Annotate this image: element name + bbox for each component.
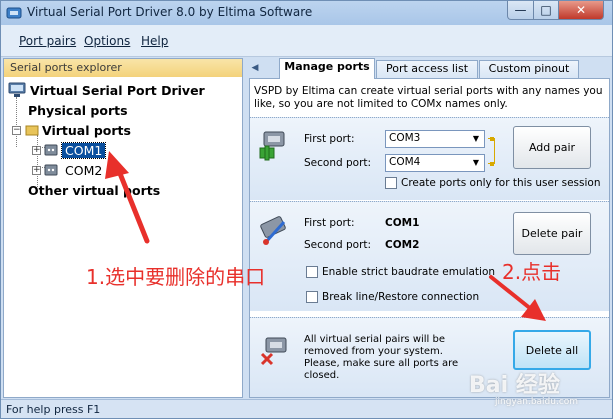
dropdown-arrow-icon[interactable]: ▼ — [470, 132, 482, 146]
maximize-button[interactable]: □ — [533, 1, 559, 20]
annotation-step2: 2.点击 — [502, 260, 562, 284]
serial-port-icon — [44, 164, 58, 176]
folder-icon — [25, 125, 39, 136]
menu-bar: Port pairs Options Help — [1, 25, 612, 57]
tree-label: COM1 — [60, 141, 107, 159]
delete-all-icon — [260, 337, 287, 366]
delete-first-port-label: First port: — [304, 217, 355, 229]
expand-icon[interactable]: + — [32, 165, 41, 175]
tab-label: Custom pinout — [488, 62, 570, 75]
baidu-watermark-url: jingyan.baidu.com — [495, 397, 579, 407]
menu-port-pairs[interactable]: Port pairs — [19, 34, 76, 48]
window-title: Virtual Serial Port Driver 8.0 by Eltima… — [27, 5, 313, 19]
delete-pair-button[interactable]: Delete pair — [513, 212, 591, 255]
tree-label: Virtual ports — [42, 122, 131, 138]
tree-item-com2[interactable]: + COM2 — [32, 160, 102, 180]
tab-port-access-list[interactable]: Port access list — [376, 60, 478, 78]
manage-description: VSPD by Eltima can create virtual serial… — [254, 85, 603, 110]
menu-help[interactable]: Help — [141, 34, 168, 48]
link-bracket-dot — [490, 137, 494, 141]
checkbox-label: Enable strict baudrate emulation — [322, 266, 496, 278]
tree-label: Virtual Serial Port Driver — [30, 82, 205, 98]
add-pair-button[interactable]: Add pair — [513, 126, 591, 169]
serial-port-icon — [44, 144, 58, 156]
tree-item-other-virtual-ports[interactable]: Other virtual ports — [28, 180, 160, 200]
expand-icon[interactable]: + — [32, 145, 41, 155]
tree-label: Other virtual ports — [28, 182, 161, 198]
right-panel: ◀ Manage ports Port access list Custom p… — [249, 58, 610, 398]
maximize-icon: □ — [540, 3, 552, 17]
minimize-icon: — — [514, 3, 527, 17]
annotation-step1: 1.选中要删除的串口 — [86, 265, 266, 289]
strict-baudrate-row[interactable]: Enable strict baudrate emulation — [306, 266, 495, 278]
delete-second-port-value: COM2 — [385, 239, 420, 251]
button-label: Delete all — [525, 343, 579, 357]
strict-baudrate-checkbox[interactable] — [306, 266, 318, 278]
add-pair-section: First port: COM3 ▼ Second port: COM4 ▼ A… — [250, 117, 609, 200]
second-port-label: Second port: — [304, 157, 372, 169]
computer-icon — [8, 82, 26, 97]
add-pair-icon — [259, 131, 285, 161]
app-icon — [6, 7, 22, 19]
baidu-watermark: Bai 经验 — [469, 373, 560, 398]
tree-item-physical-ports[interactable]: Physical ports — [28, 100, 128, 120]
tab-label: Port access list — [385, 62, 469, 75]
close-button[interactable]: ✕ — [558, 1, 604, 20]
delete-second-port-label: Second port: — [304, 239, 372, 251]
link-bracket — [488, 138, 495, 164]
app-window: Virtual Serial Port Driver 8.0 by Eltima… — [0, 0, 613, 419]
first-port-combo[interactable]: COM3 ▼ — [385, 130, 485, 148]
first-port-label: First port: — [304, 133, 355, 145]
ports-explorer-panel: Serial ports explorer Virtual Serial Por… — [3, 58, 243, 398]
tab-label: Manage ports — [284, 60, 370, 73]
tab-manage-ports[interactable]: Manage ports — [279, 58, 375, 79]
delete-pair-icon — [260, 216, 286, 245]
title-bar: Virtual Serial Port Driver 8.0 by Eltima… — [1, 1, 612, 25]
explorer-header: Serial ports explorer — [4, 59, 242, 77]
button-label: Delete pair — [521, 227, 583, 240]
dropdown-arrow-icon[interactable]: ▼ — [470, 156, 482, 170]
break-line-row[interactable]: Break line/Restore connection — [306, 291, 479, 303]
tab-scroll-left-icon[interactable]: ◀ — [249, 60, 261, 76]
minimize-button[interactable]: — — [507, 1, 534, 20]
delete-all-description: All virtual serial pairs will be removed… — [304, 334, 459, 381]
second-port-combo[interactable]: COM4 ▼ — [385, 154, 485, 172]
tab-strip: ◀ Manage ports Port access list Custom p… — [249, 58, 610, 79]
delete-all-button[interactable]: Delete all — [513, 330, 591, 370]
link-bracket-dot — [490, 162, 494, 166]
delete-first-port-value: COM1 — [385, 217, 420, 229]
checkbox-label: Break line/Restore connection — [322, 291, 480, 303]
collapse-icon[interactable]: − — [12, 125, 21, 135]
manage-ports-tab-body: VSPD by Eltima can create virtual serial… — [249, 78, 610, 398]
tree-label: Physical ports — [28, 102, 128, 118]
status-text: For help press F1 — [6, 403, 101, 416]
user-session-checkbox[interactable] — [385, 177, 397, 189]
menu-label: Port pairs — [19, 34, 77, 48]
menu-options[interactable]: Options — [84, 34, 130, 48]
menu-label: Options — [84, 34, 131, 48]
combo-value: COM4 — [389, 156, 421, 168]
break-line-checkbox[interactable] — [306, 291, 318, 303]
tab-custom-pinout[interactable]: Custom pinout — [479, 60, 579, 78]
checkbox-label: Create ports only for this user session — [401, 177, 601, 189]
tree-label: COM2 — [65, 162, 103, 178]
user-session-checkbox-row[interactable]: Create ports only for this user session — [385, 177, 601, 189]
combo-value: COM3 — [389, 132, 421, 144]
tree-item-virtual-ports[interactable]: − Virtual ports — [12, 120, 131, 140]
tree-item-root[interactable]: Virtual Serial Port Driver — [8, 80, 205, 100]
menu-label: Help — [141, 34, 169, 48]
tree-item-com1[interactable]: + COM1 — [32, 140, 107, 160]
close-icon: ✕ — [575, 3, 587, 17]
button-label: Add pair — [528, 141, 576, 154]
